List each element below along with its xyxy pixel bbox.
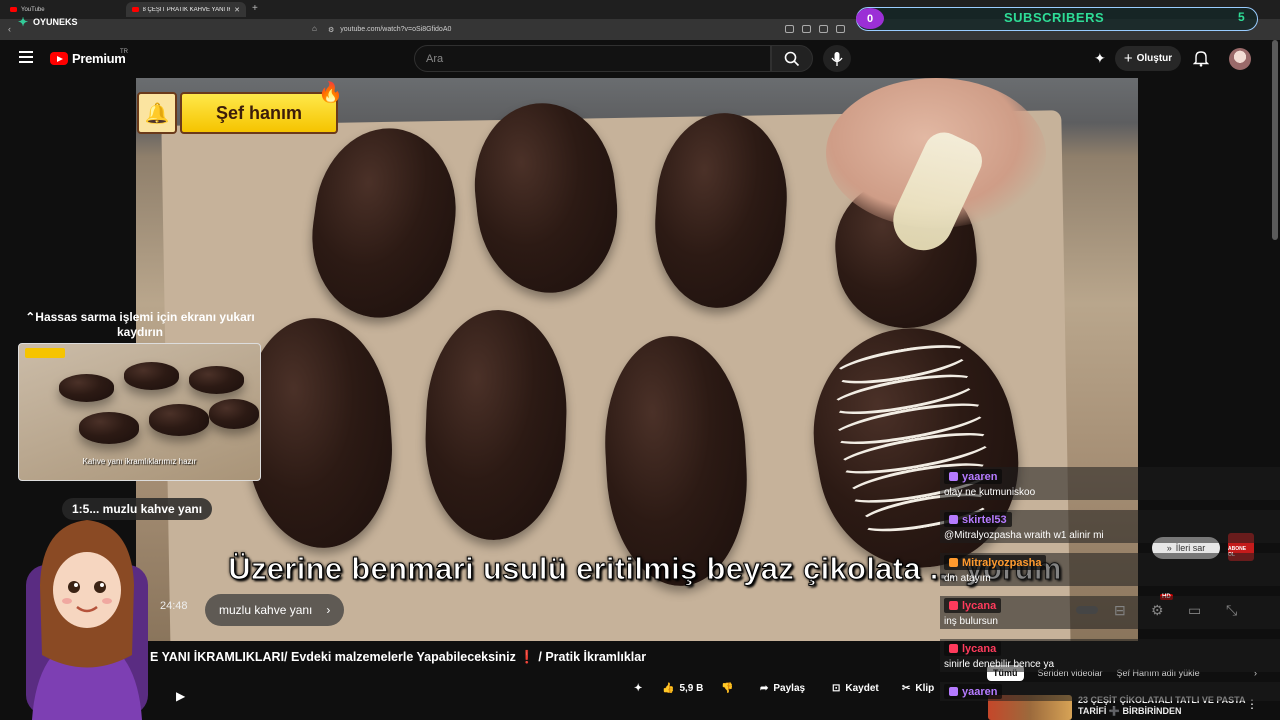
share-icon[interactable] <box>819 25 828 33</box>
cast-icon[interactable] <box>785 25 794 33</box>
user-badge-icon <box>949 687 958 696</box>
scroll-hint: ⌃Hassas sarma işlemi için ekranı yukarı … <box>25 310 255 339</box>
chat-text: olay ne kutmuniskoo <box>944 487 1036 498</box>
thumbnail-caption: Kahve yanı ikramlıklarımız hazır <box>82 457 197 466</box>
save-button[interactable]: ⊡ Kaydet <box>832 677 879 699</box>
back-icon[interactable]: ‹ <box>8 24 11 34</box>
save-label: Kaydet <box>845 682 879 694</box>
scissors-icon: ✂ <box>902 682 911 694</box>
youtube-favicon-icon <box>132 7 139 12</box>
share-arrow-icon: ➦ <box>760 682 769 694</box>
mini-badge <box>25 348 65 358</box>
like-button[interactable]: 👍 5,9 B <box>662 677 703 699</box>
subscriber-label: SUBSCRIBERS <box>1004 10 1105 25</box>
brand-text: OYUNEKS <box>33 17 78 27</box>
logo-text: Premium <box>72 51 126 66</box>
site-info-icon[interactable]: ⚙ <box>328 26 334 34</box>
chat-text: inş bulursun <box>944 616 998 627</box>
new-tab-button[interactable]: + <box>252 3 258 14</box>
bookmark-icon[interactable]: ⌂ <box>312 24 317 33</box>
search-placeholder: Ara <box>426 52 444 65</box>
bookmark-icon: ⊡ <box>832 682 841 694</box>
notifications-bell-icon[interactable] <box>1192 50 1210 72</box>
chat-message: yaaren <box>940 682 1280 701</box>
country-code: TR <box>120 49 128 55</box>
clip-button[interactable]: ✂ Klip <box>902 677 934 699</box>
channel-brand-logo: ✦ OYUNEKS <box>18 16 78 28</box>
username-text: yaaren <box>962 470 998 483</box>
chat-username: lycana <box>944 598 1002 613</box>
streamer-avatar <box>26 520 148 720</box>
search-icon <box>784 51 800 66</box>
tab-label: 8 ÇEŞİT PRATİK KAHVE YANI İKR <box>142 6 231 13</box>
live-chat-overlay: yaaren olay ne kutmuniskoo skirtel53 @Mitra… <box>940 465 1280 720</box>
chat-text: sinirle denebilir bence ya <box>944 659 1055 670</box>
youtube-play-icon <box>50 52 68 65</box>
chat-message: yaaren olay ne kutmuniskoo <box>940 467 1280 500</box>
sparkle-icon[interactable]: ✦ <box>1094 50 1106 67</box>
username-text: yaaren <box>962 685 998 698</box>
search-input[interactable]: Ara <box>414 45 771 72</box>
sparkle-action-icon[interactable]: ✦ <box>634 677 642 699</box>
create-button[interactable]: + Oluştur <box>1115 46 1181 71</box>
browser-toolbar <box>785 25 845 33</box>
thumb-down-icon: 👎 <box>721 682 734 694</box>
chat-message: Mitralyozpasha dm atayım <box>940 553 1280 586</box>
microphone-icon <box>831 51 843 66</box>
user-badge-icon <box>949 472 958 481</box>
chat-username: Mitralyozpasha <box>944 555 1047 570</box>
tab-video[interactable]: 8 ÇEŞİT PRATİK KAHVE YANI İKR ✕ <box>126 2 246 17</box>
voice-search-button[interactable] <box>823 45 851 72</box>
create-label: Oluştur <box>1136 53 1173 64</box>
share-label: Paylaş <box>773 682 806 694</box>
video-title: E YANI İKRAMLIKLARI/ Evdeki malzemelerle… <box>150 650 647 664</box>
url-field[interactable]: ⚙ youtube.com/watch?v=oSi8GfidoA0 <box>328 23 848 36</box>
subscriber-count: 0 <box>856 8 884 29</box>
chat-message: lycana sinirle denebilir bence ya <box>940 639 1280 672</box>
chat-text: @Mitralyozpasha wraith w1 alinir mi <box>944 530 1104 541</box>
plus-icon: + <box>1123 50 1133 67</box>
chat-message: skirtel53 @Mitralyozpasha wraith w1 alini… <box>940 510 1280 543</box>
like-count: 5,9 B <box>679 682 704 694</box>
youtube-logo[interactable]: Premium <box>50 51 126 66</box>
youtube-favicon-icon <box>10 7 17 12</box>
flame-icon: 🔥 <box>318 82 343 104</box>
username-text: skirtel53 <box>962 513 1007 526</box>
username-text: Mitralyozpasha <box>962 556 1042 569</box>
bell-icon: 🔔 <box>137 92 177 134</box>
chat-username: yaaren <box>944 684 1003 699</box>
share-button[interactable]: ➦ Paylaş <box>760 677 805 699</box>
user-badge-icon <box>949 515 958 524</box>
chat-username: skirtel53 <box>944 512 1012 527</box>
dislike-button[interactable]: 👎 <box>721 677 733 699</box>
thumb-up-icon: 👍 <box>662 682 675 694</box>
brand-star-icon: ✦ <box>18 15 29 29</box>
chevron-right-icon: › <box>326 603 331 617</box>
username-text: lycana <box>962 599 997 612</box>
star-icon[interactable] <box>836 25 845 33</box>
chapter-button[interactable]: muzlu kahve yanı › <box>205 594 345 626</box>
chat-text: dm atayım <box>944 573 991 584</box>
clip-label: Klip <box>915 682 935 694</box>
close-tab-icon[interactable]: ✕ <box>234 6 240 14</box>
username-text: lycana <box>962 642 997 655</box>
play-cursor-icon: ▶ <box>176 689 186 703</box>
user-badge-icon <box>949 644 958 653</box>
zoom-icon[interactable] <box>802 25 811 33</box>
chat-username: lycana <box>944 641 1002 656</box>
menu-icon[interactable] <box>19 51 33 63</box>
user-badge-icon <box>949 601 958 610</box>
search-button[interactable] <box>771 45 813 72</box>
subscriber-goal: 5 <box>1238 10 1245 24</box>
chat-message: lycana inş bulursun <box>940 596 1280 629</box>
channel-badge: Şef hanım <box>180 92 338 134</box>
video-time: 24:48 <box>160 600 188 612</box>
page-scrollbar[interactable] <box>1272 40 1278 240</box>
account-avatar[interactable] <box>1229 48 1251 70</box>
url-text: youtube.com/watch?v=oSi8GfidoA0 <box>340 26 452 33</box>
user-badge-icon <box>949 558 958 567</box>
tab-label: YouTube <box>21 6 45 13</box>
chapter-label: muzlu kahve yanı <box>219 603 313 617</box>
chat-username: yaaren <box>944 469 1003 484</box>
